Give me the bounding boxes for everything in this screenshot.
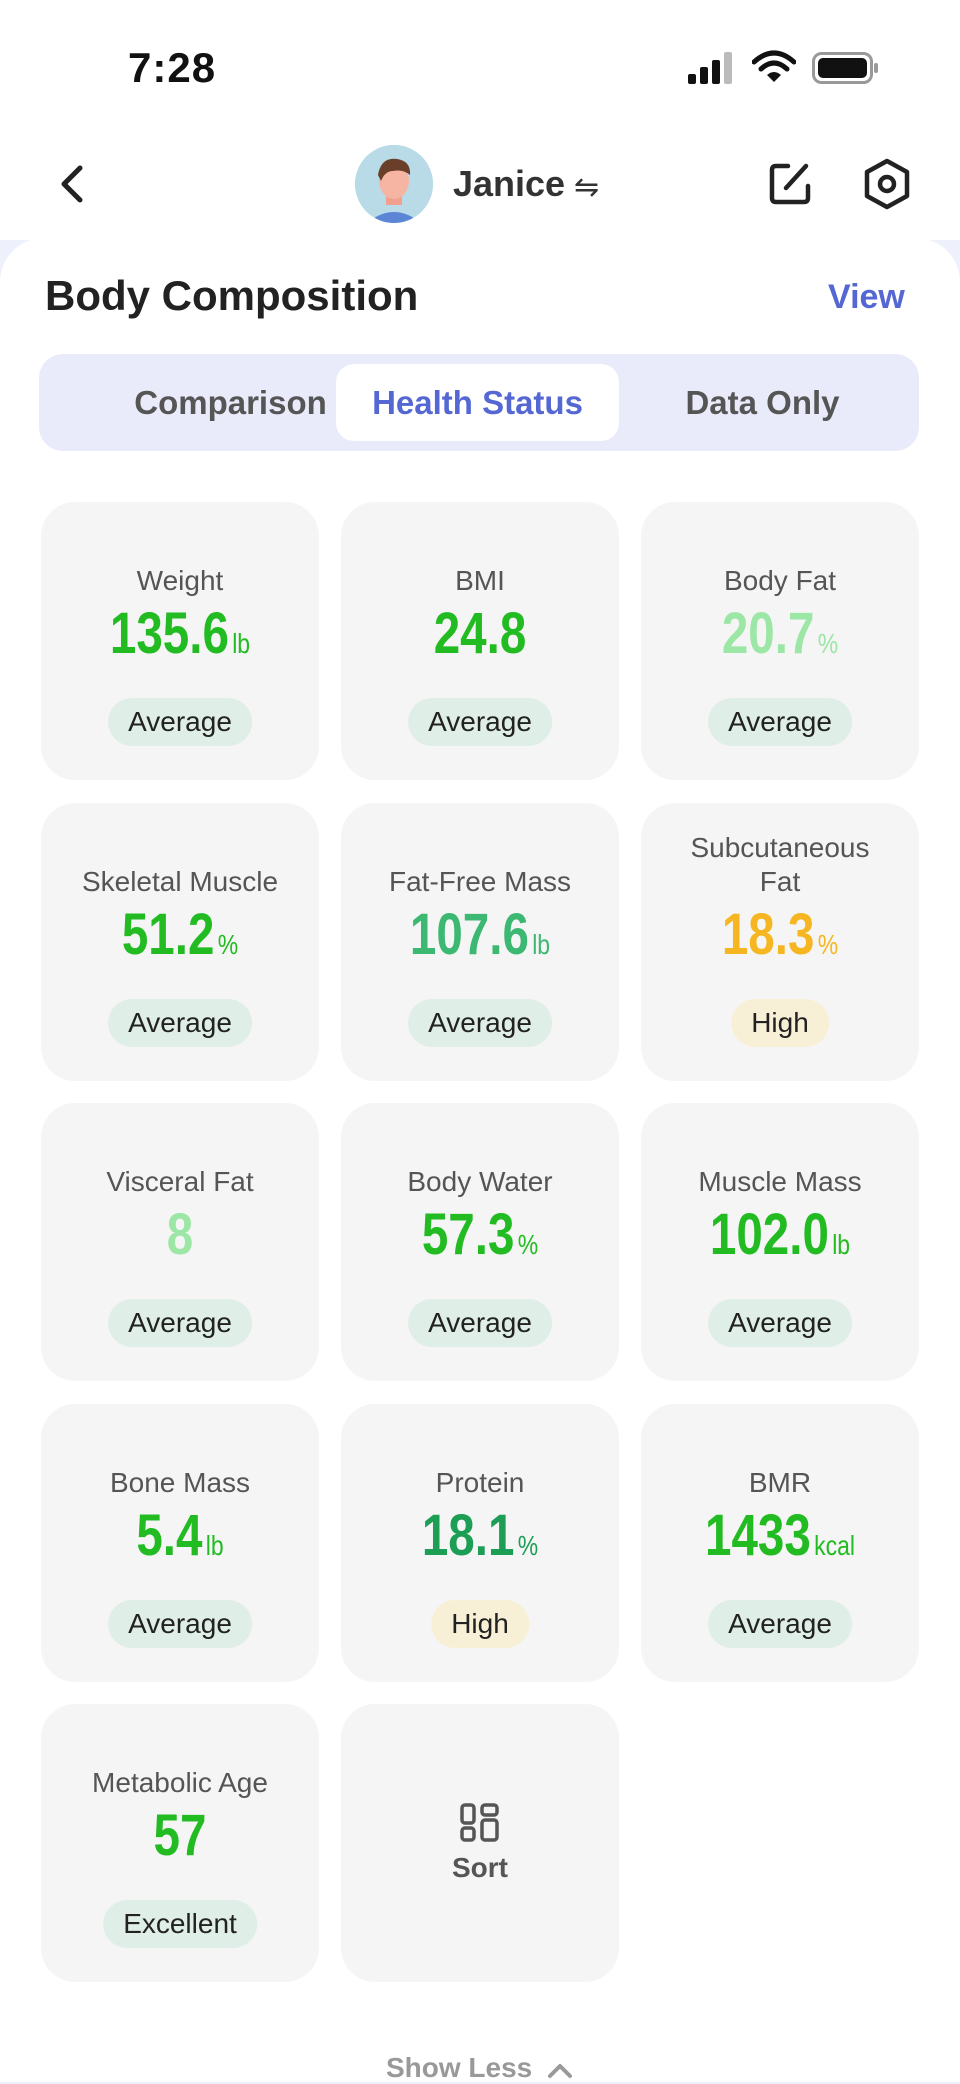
view-link[interactable]: View xyxy=(828,278,905,317)
metric-unit: lb xyxy=(205,1530,224,1561)
status-badge: Average xyxy=(408,1299,552,1347)
metric-unit: % xyxy=(817,929,839,960)
metric-number: 51.2 xyxy=(121,902,215,967)
tab-comparison[interactable]: Comparison xyxy=(89,364,372,441)
metric-value: 102.0 lb xyxy=(666,1201,894,1268)
metric-number: 18.3 xyxy=(721,902,815,967)
show-less-label: Show Less xyxy=(385,2052,533,2083)
metric-value: 1433 kcal xyxy=(666,1502,894,1569)
cellular-signal-icon xyxy=(688,52,732,84)
status-badge: Average xyxy=(108,1299,252,1347)
metric-number: 57 xyxy=(153,1803,207,1868)
metric-value: 57.3% xyxy=(366,1201,594,1268)
metric-value: 8 xyxy=(66,1201,294,1268)
metric-card-weight[interactable]: Weight 135.6 lb Average xyxy=(41,502,319,780)
metric-value: 18.1% xyxy=(366,1502,594,1569)
metric-label: Body Fat xyxy=(723,565,837,596)
status-badge: Average xyxy=(708,698,852,746)
metric-number: 8 xyxy=(166,1202,194,1267)
metric-value: 5.4 lb xyxy=(66,1502,294,1569)
metric-label: Visceral Fat xyxy=(106,1166,254,1197)
metric-label: BMR xyxy=(748,1467,812,1498)
view-mode-tabs: Comparison Health Status Data Only xyxy=(39,354,919,451)
metric-number: 1433 xyxy=(705,1503,811,1568)
metric-card-subcutaneous-fat[interactable]: Subcutaneous Fat 18.3% High xyxy=(641,803,919,1081)
metric-value: 57 xyxy=(66,1802,294,1869)
metric-unit: % xyxy=(817,628,839,659)
metric-unit: lb xyxy=(532,929,551,960)
metric-unit: % xyxy=(217,929,239,960)
show-less-button[interactable]: Show Less xyxy=(0,2052,960,2084)
metric-number: 102.0 xyxy=(709,1202,829,1267)
metric-card-body-fat[interactable]: Body Fat 20.7% Average xyxy=(641,502,919,780)
status-bar: 7:28 xyxy=(0,0,960,130)
status-badge: High xyxy=(731,999,829,1047)
metric-card-skeletal-muscle[interactable]: Skeletal Muscle 51.2% Average xyxy=(41,803,319,1081)
metric-unit: % xyxy=(517,1530,539,1561)
status-time: 7:28 xyxy=(128,44,217,91)
chevron-up-icon xyxy=(548,2063,573,2078)
back-arrow-icon[interactable] xyxy=(50,160,98,208)
metric-label: Weight xyxy=(136,565,224,596)
user-avatar-icon xyxy=(355,145,433,223)
metric-number: 18.1 xyxy=(421,1503,515,1568)
status-badge: Average xyxy=(108,698,252,746)
metric-label: Fat-Free Mass xyxy=(388,866,572,897)
metric-card-metabolic-age[interactable]: Metabolic Age 57 Excellent xyxy=(41,1704,319,1982)
metric-card-bmi[interactable]: BMI 24.8 Average xyxy=(341,502,619,780)
metric-unit: lb xyxy=(832,1229,851,1260)
metric-card-protein[interactable]: Protein 18.1% High xyxy=(341,1404,619,1682)
battery-icon xyxy=(812,52,878,84)
metric-unit: kcal xyxy=(814,1530,855,1561)
switch-user-icon[interactable]: ⇋ xyxy=(574,170,599,205)
metric-number: 5.4 xyxy=(136,1503,203,1568)
metric-label: Bone Mass xyxy=(109,1467,251,1498)
tab-data-only[interactable]: Data Only xyxy=(621,364,904,441)
metric-label: Protein xyxy=(435,1467,525,1498)
sort-icon xyxy=(460,1803,499,1842)
metric-card-visceral-fat[interactable]: Visceral Fat 8 Average xyxy=(41,1103,319,1381)
status-badge: Excellent xyxy=(103,1900,257,1948)
metric-value: 24.8 xyxy=(366,600,594,667)
metric-label: Muscle Mass xyxy=(698,1166,862,1197)
tab-health-status[interactable]: Health Status xyxy=(336,364,619,441)
metric-value: 107.6 lb xyxy=(366,901,594,968)
metric-label: Metabolic Age xyxy=(92,1767,268,1798)
metric-number: 135.6 xyxy=(109,601,229,666)
status-badge: Average xyxy=(108,1600,252,1648)
metric-value: 20.7% xyxy=(666,600,894,667)
edit-icon[interactable] xyxy=(766,160,814,208)
status-badge: Average xyxy=(108,999,252,1047)
metric-label: Skeletal Muscle xyxy=(81,866,279,897)
status-badge: Average xyxy=(708,1299,852,1347)
metric-unit: lb xyxy=(232,628,251,659)
metric-card-body-water[interactable]: Body Water 57.3% Average xyxy=(341,1103,619,1381)
sort-card[interactable]: Sort xyxy=(341,1704,619,1982)
metric-label: Subcutaneous Fat xyxy=(690,832,870,897)
metric-value: 135.6 lb xyxy=(66,600,294,667)
metric-label: BMI xyxy=(455,565,505,596)
metric-value: 18.3% xyxy=(666,901,894,968)
page-title: Body Composition xyxy=(45,272,419,319)
user-name[interactable]: Janice xyxy=(453,163,565,205)
status-badge: High xyxy=(431,1600,529,1648)
settings-gear-icon[interactable] xyxy=(862,158,912,210)
metric-card-bmr[interactable]: BMR 1433 kcal Average xyxy=(641,1404,919,1682)
status-badge: Average xyxy=(408,698,552,746)
metric-value: 51.2% xyxy=(66,901,294,968)
metric-number: 20.7 xyxy=(721,601,815,666)
metric-card-bone-mass[interactable]: Bone Mass 5.4 lb Average xyxy=(41,1404,319,1682)
metric-label: Body Water xyxy=(407,1166,553,1197)
status-badge: Average xyxy=(408,999,552,1047)
sort-label: Sort xyxy=(452,1852,508,1883)
metric-card-muscle-mass[interactable]: Muscle Mass 102.0 lb Average xyxy=(641,1103,919,1381)
status-badge: Average xyxy=(708,1600,852,1648)
metric-card-fat-free-mass[interactable]: Fat-Free Mass 107.6 lb Average xyxy=(341,803,619,1081)
metric-number: 24.8 xyxy=(433,601,527,666)
metric-number: 107.6 xyxy=(409,902,529,967)
metric-number: 57.3 xyxy=(421,1202,515,1267)
metric-unit: % xyxy=(517,1229,539,1260)
avatar[interactable] xyxy=(355,145,433,223)
wifi-icon xyxy=(752,50,796,82)
